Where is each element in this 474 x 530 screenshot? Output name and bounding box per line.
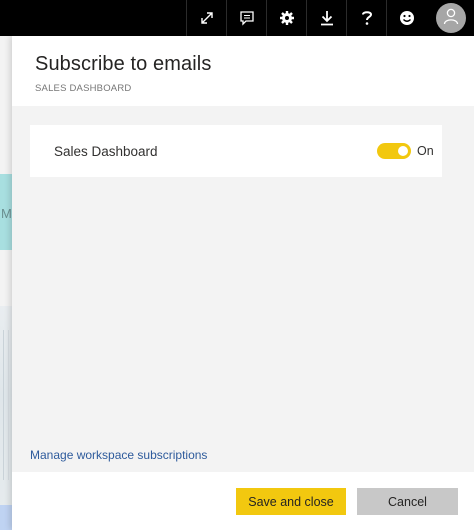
- settings-button[interactable]: [266, 0, 306, 36]
- expand-button[interactable]: [186, 0, 226, 36]
- background-map-road: [3, 330, 9, 480]
- panel-title: Subscribe to emails: [35, 53, 212, 75]
- subscription-label: Sales Dashboard: [54, 144, 158, 159]
- comment-icon: [239, 10, 255, 26]
- toggle-state-label: On: [417, 144, 434, 158]
- top-toolbar: [0, 0, 474, 36]
- help-button[interactable]: [346, 0, 386, 36]
- download-button[interactable]: [306, 0, 346, 36]
- panel-header: Subscribe to emails SALES DASHBOARD: [12, 36, 474, 106]
- manage-workspace-subscriptions-link[interactable]: Manage workspace subscriptions: [30, 448, 207, 462]
- smiley-icon: [399, 10, 415, 26]
- comment-button[interactable]: [226, 0, 266, 36]
- user-icon: [442, 7, 460, 30]
- panel-subtitle: SALES DASHBOARD: [35, 83, 132, 94]
- save-and-close-button[interactable]: Save and close: [236, 488, 346, 515]
- subscription-card: Sales Dashboard On: [30, 125, 442, 177]
- account-avatar[interactable]: [436, 3, 466, 33]
- background-blue-tile: [0, 505, 12, 530]
- subscription-toggle[interactable]: [377, 143, 411, 159]
- app-window: M Subscribe to emails SALES DASHBOARD Sa…: [0, 0, 474, 530]
- expand-icon: [200, 11, 214, 25]
- feedback-button[interactable]: [386, 0, 426, 36]
- cancel-button[interactable]: Cancel: [357, 488, 458, 515]
- background-letter: M: [1, 206, 12, 221]
- gear-icon: [279, 10, 295, 26]
- subscribe-panel: Subscribe to emails SALES DASHBOARD Sale…: [12, 36, 474, 530]
- download-icon: [320, 10, 334, 26]
- toggle-knob: [398, 146, 408, 156]
- help-icon: [361, 10, 373, 26]
- panel-footer: Save and close Cancel: [12, 472, 474, 530]
